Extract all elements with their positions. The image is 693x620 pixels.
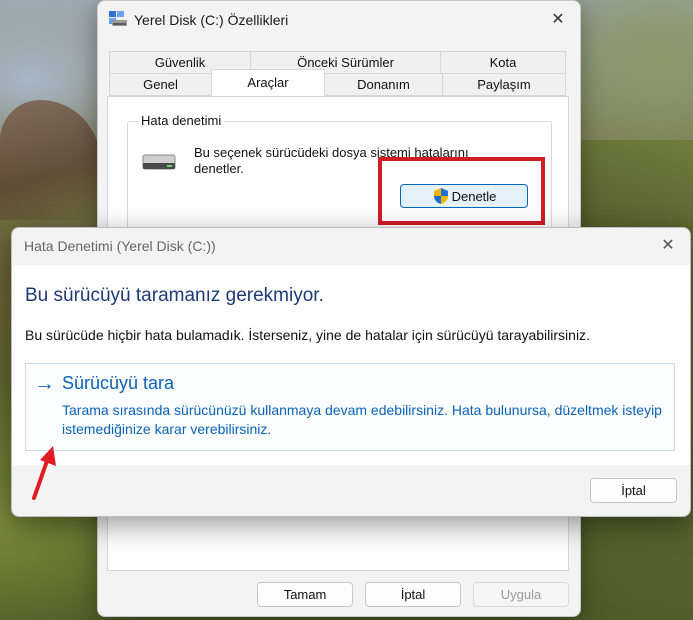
tab-kota[interactable]: Kota bbox=[440, 51, 566, 74]
wallpaper-rock bbox=[0, 100, 100, 220]
dialog-titlebar: Hata Denetimi (Yerel Disk (C:)) ✕ bbox=[12, 228, 690, 265]
hard-drive-icon bbox=[142, 154, 176, 170]
arrow-right-icon: → bbox=[34, 372, 55, 395]
tab-donanim[interactable]: Donanım bbox=[324, 73, 443, 96]
close-icon[interactable]: ✕ bbox=[548, 10, 568, 30]
ok-button[interactable]: Tamam bbox=[257, 582, 353, 607]
tab-paylasim[interactable]: Paylaşım bbox=[442, 73, 566, 96]
cancel-button[interactable]: İptal bbox=[365, 582, 461, 607]
apply-button[interactable]: Uygula bbox=[473, 582, 569, 607]
drive-properties-icon bbox=[109, 11, 127, 26]
dialog-cancel-button[interactable]: İptal bbox=[590, 478, 677, 503]
error-checking-dialog: Hata Denetimi (Yerel Disk (C:)) ✕ Bu sür… bbox=[11, 227, 691, 517]
red-highlight-box bbox=[378, 157, 545, 225]
scan-drive-description: Tarama sırasında sürücünüzü kullanmaya d… bbox=[62, 402, 662, 437]
red-arrow bbox=[32, 446, 56, 500]
wallpaper-hill bbox=[578, 140, 693, 240]
dialog-content: Bu sürücüyü taramanız gerekmiyor. Bu sür… bbox=[12, 265, 690, 465]
tab-genel[interactable]: Genel bbox=[109, 73, 212, 96]
scan-drive-title: Sürücüyü tara bbox=[62, 373, 175, 393]
tab-araclar[interactable]: Araçlar bbox=[211, 69, 325, 96]
scan-drive-option[interactable]: → Sürücüyü tara Tarama sırasında sürücün… bbox=[25, 363, 675, 451]
dialog-info: Bu sürücüde hiçbir hata bulamadık. İster… bbox=[25, 327, 590, 343]
group-label: Hata denetimi bbox=[138, 113, 225, 128]
dialog-heading: Bu sürücüyü taramanız gerekmiyor. bbox=[25, 285, 324, 306]
properties-title: Yerel Disk (C:) Özellikleri bbox=[134, 12, 289, 28]
dialog-title: Hata Denetimi (Yerel Disk (C:)) bbox=[24, 238, 216, 254]
properties-titlebar: Yerel Disk (C:) Özellikleri ✕ bbox=[98, 1, 580, 39]
close-icon[interactable]: ✕ bbox=[658, 236, 678, 256]
